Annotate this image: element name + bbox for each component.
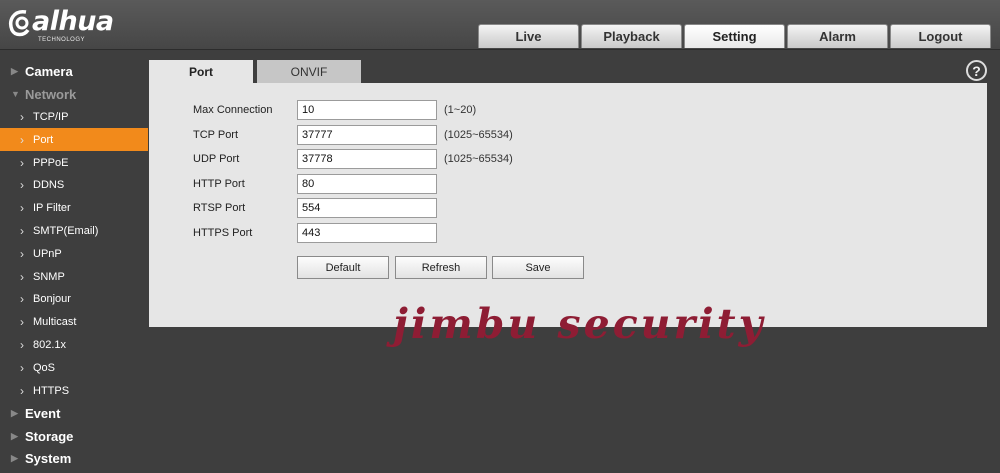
https-port-label: HTTPS Port bbox=[193, 227, 253, 239]
chevron-right-icon: › bbox=[20, 155, 24, 170]
sidebar-item-snmp[interactable]: › SNMP bbox=[0, 265, 148, 288]
sidebar-item-label: Bonjour bbox=[33, 293, 71, 306]
nav-tab-setting[interactable]: Setting bbox=[684, 24, 785, 48]
nav-tab-logout[interactable]: Logout bbox=[890, 24, 991, 48]
content-tabs: Port ONVIF bbox=[149, 60, 361, 83]
sidebar-item-storage[interactable]: ▶ Storage bbox=[0, 425, 148, 448]
http-port-input[interactable] bbox=[297, 174, 437, 194]
chevron-right-icon: › bbox=[20, 315, 24, 330]
sidebar-item-label: UPnP bbox=[33, 247, 62, 260]
chevron-right-icon: › bbox=[20, 223, 24, 238]
sidebar-item-port[interactable]: › Port bbox=[0, 128, 148, 152]
sidebar-item-label: DDNS bbox=[33, 179, 65, 192]
port-settings-panel: Max Connection (1~20) TCP Port (1025~655… bbox=[149, 83, 987, 327]
rtsp-port-label: RTSP Port bbox=[193, 202, 246, 214]
header-bar: alhua TECHNOLOGY Live Playback Setting A… bbox=[0, 0, 1000, 50]
sidebar-item-label: QoS bbox=[33, 361, 56, 374]
sidebar-item-bonjour[interactable]: › Bonjour bbox=[0, 288, 148, 311]
sidebar-item-label: SMTP(Email) bbox=[33, 224, 99, 237]
sidebar-item-label: PPPoE bbox=[33, 156, 69, 169]
max-connection-label: Max Connection bbox=[193, 104, 273, 116]
sidebar-item-8021x[interactable]: › 802.1x bbox=[0, 334, 148, 357]
sidebar-item-event[interactable]: ▶ Event bbox=[0, 402, 148, 425]
help-icon[interactable]: ? bbox=[966, 60, 987, 81]
sidebar-item-qos[interactable]: › QoS bbox=[0, 356, 148, 379]
nav-tab-alarm[interactable]: Alarm bbox=[787, 24, 888, 48]
brand-name: alhua bbox=[32, 6, 114, 37]
sidebar-item-label: System bbox=[25, 451, 72, 467]
brand-subtitle: TECHNOLOGY bbox=[38, 37, 86, 43]
sidebar-item-camera[interactable]: ▶ Camera bbox=[0, 60, 148, 83]
sidebar-item-label: Storage bbox=[25, 428, 74, 444]
sidebar-item-tcpip[interactable]: › TCP/IP bbox=[0, 106, 148, 129]
udp-port-input[interactable] bbox=[297, 149, 437, 169]
chevron-right-icon: › bbox=[20, 360, 24, 375]
chevron-right-icon: › bbox=[20, 269, 24, 284]
sidebar-item-label: HTTPS bbox=[33, 384, 70, 397]
tcp-port-label: TCP Port bbox=[193, 129, 239, 141]
tcp-port-range: (1025~65534) bbox=[444, 129, 513, 141]
sidebar-item-label: Network bbox=[25, 86, 77, 102]
collapsed-triangle-icon: ▶ bbox=[11, 453, 18, 464]
default-button[interactable]: Default bbox=[297, 256, 389, 279]
collapsed-triangle-icon: ▶ bbox=[11, 65, 18, 76]
sidebar-item-network[interactable]: ▼ Network bbox=[0, 83, 148, 106]
tab-port[interactable]: Port bbox=[149, 60, 253, 83]
max-connection-range: (1~20) bbox=[444, 104, 477, 116]
sidebar-item-upnp[interactable]: › UPnP bbox=[0, 242, 148, 265]
collapsed-triangle-icon: ▶ bbox=[11, 407, 18, 418]
sidebar-item-pppoe[interactable]: › PPPoE bbox=[0, 151, 148, 174]
chevron-right-icon: › bbox=[20, 201, 24, 216]
http-port-label: HTTP Port bbox=[193, 178, 245, 190]
sidebar-item-label: Event bbox=[25, 405, 61, 421]
nav-tab-live[interactable]: Live bbox=[478, 24, 579, 48]
sidebar-item-label: Camera bbox=[25, 63, 73, 79]
sidebar-item-system[interactable]: ▶ System bbox=[0, 448, 148, 471]
sidebar-item-multicast[interactable]: › Multicast bbox=[0, 311, 148, 334]
settings-sidebar: ▶ Camera ▼ Network › TCP/IP › Port › PPPoE … bbox=[0, 60, 148, 470]
refresh-button[interactable]: Refresh bbox=[395, 256, 487, 279]
top-navigation: Live Playback Setting Alarm Logout bbox=[478, 24, 991, 48]
sidebar-item-ip-filter[interactable]: › IP Filter bbox=[0, 197, 148, 220]
brand-logo: alhua TECHNOLOGY bbox=[8, 4, 138, 46]
nav-tab-playback[interactable]: Playback bbox=[581, 24, 682, 48]
sidebar-item-label: IP Filter bbox=[33, 202, 71, 215]
sidebar-item-label: Multicast bbox=[33, 316, 77, 329]
chevron-right-icon: › bbox=[20, 337, 24, 352]
chevron-right-icon: › bbox=[20, 292, 24, 307]
rtsp-port-input[interactable] bbox=[297, 198, 437, 218]
udp-port-label: UDP Port bbox=[193, 153, 240, 165]
chevron-right-icon: › bbox=[20, 132, 24, 147]
max-connection-input[interactable] bbox=[297, 100, 437, 120]
collapsed-triangle-icon: ▶ bbox=[11, 430, 18, 441]
tcp-port-input[interactable] bbox=[297, 125, 437, 145]
sidebar-item-ddns[interactable]: › DDNS bbox=[0, 174, 148, 197]
watermark-text: jimbu security bbox=[393, 300, 766, 348]
sidebar-item-label: SNMP bbox=[33, 270, 65, 283]
chevron-right-icon: › bbox=[20, 178, 24, 193]
udp-port-range: (1025~65534) bbox=[444, 153, 513, 165]
https-port-input[interactable] bbox=[297, 223, 437, 243]
expanded-triangle-icon: ▼ bbox=[11, 89, 20, 100]
tab-onvif[interactable]: ONVIF bbox=[257, 60, 361, 83]
chevron-right-icon: › bbox=[20, 109, 24, 124]
chevron-right-icon: › bbox=[20, 246, 24, 261]
sidebar-item-https[interactable]: › HTTPS bbox=[0, 379, 148, 402]
sidebar-item-label: 802.1x bbox=[33, 338, 67, 351]
sidebar-item-smtp[interactable]: › SMTP(Email) bbox=[0, 220, 148, 243]
logo-mark-icon bbox=[9, 10, 30, 37]
chevron-right-icon: › bbox=[20, 383, 24, 398]
sidebar-item-label: TCP/IP bbox=[33, 110, 69, 123]
sidebar-item-label: Port bbox=[33, 133, 54, 146]
save-button[interactable]: Save bbox=[492, 256, 584, 279]
